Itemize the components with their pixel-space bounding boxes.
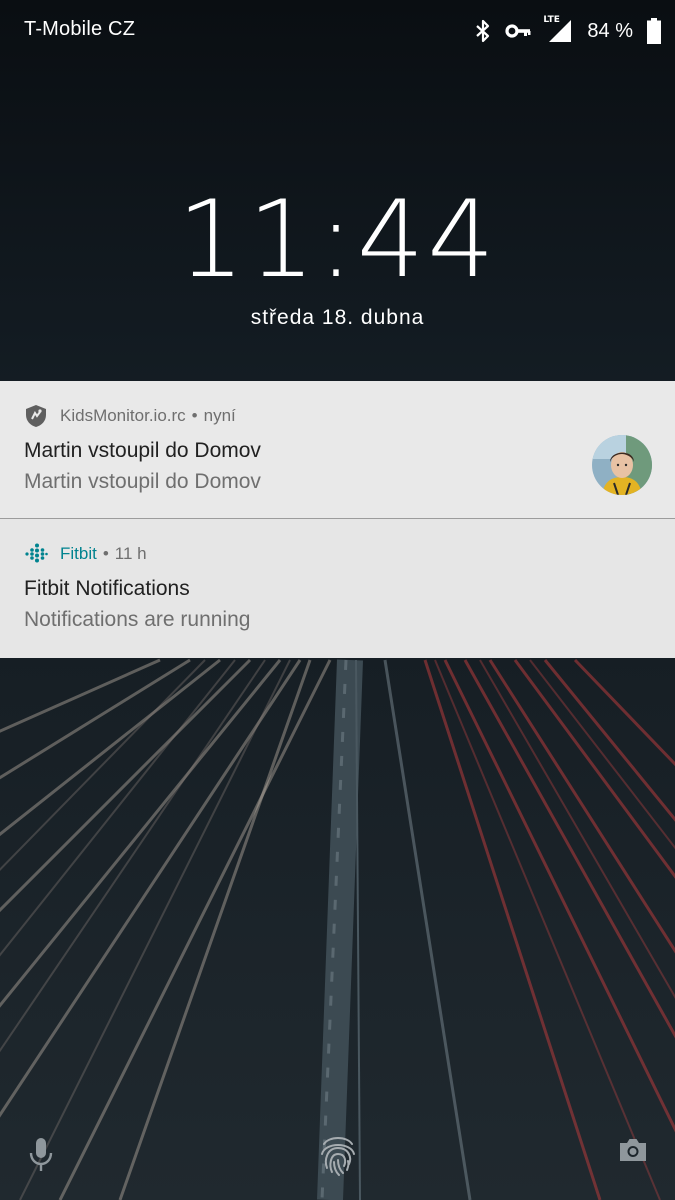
notification-text: Martin vstoupil do Domov [24,470,261,493]
camera-icon[interactable] [617,1136,649,1169]
carrier-name: T-Mobile CZ [24,18,136,40]
battery-icon [647,18,661,44]
notification-time: nyní [203,406,236,425]
notification-header: KidsMonitor.io.rc • nyní [24,403,236,429]
lock-screen: T-Mobile CZ LTE 84 % 11:44 středa 18. du… [0,0,675,1200]
vpn-key-icon [505,23,531,39]
notification-app-name: KidsMonitor.io.rc [60,406,186,425]
notification-title: Fitbit Notifications [24,577,190,600]
lte-signal-icon: LTE [543,15,573,44]
notification-app-name: Fitbit [60,544,97,563]
fitbit-icon [24,542,48,566]
status-icons: LTE 84 % [475,15,661,46]
fingerprint-icon[interactable] [319,1132,357,1181]
shield-icon [24,404,48,428]
notification-title: Martin vstoupil do Domov [24,439,261,462]
notification-fitbit[interactable]: Fitbit • 11 h Fitbit Notifications Notif… [0,519,675,658]
notification-kidsmonitor[interactable]: KidsMonitor.io.rc • nyní Martin vstoupil… [0,381,675,519]
notification-time: 11 h [114,544,147,563]
lockscreen-date: středa 18. dubna [250,306,425,329]
avatar [592,435,652,495]
notification-list: KidsMonitor.io.rc • nyní Martin vstoupil… [0,381,675,658]
status-bar: T-Mobile CZ LTE 84 % [0,0,675,62]
notification-separator: • [102,544,109,563]
mic-icon[interactable] [28,1136,54,1179]
network-type: LTE [543,15,560,25]
bluetooth-icon [475,19,491,43]
notification-text: Notifications are running [24,608,251,631]
battery-percent: 84 % [587,19,633,42]
lockscreen-clock: 11:44 [177,178,498,301]
notification-separator: • [191,406,198,425]
notification-header: Fitbit • 11 h [24,541,147,567]
